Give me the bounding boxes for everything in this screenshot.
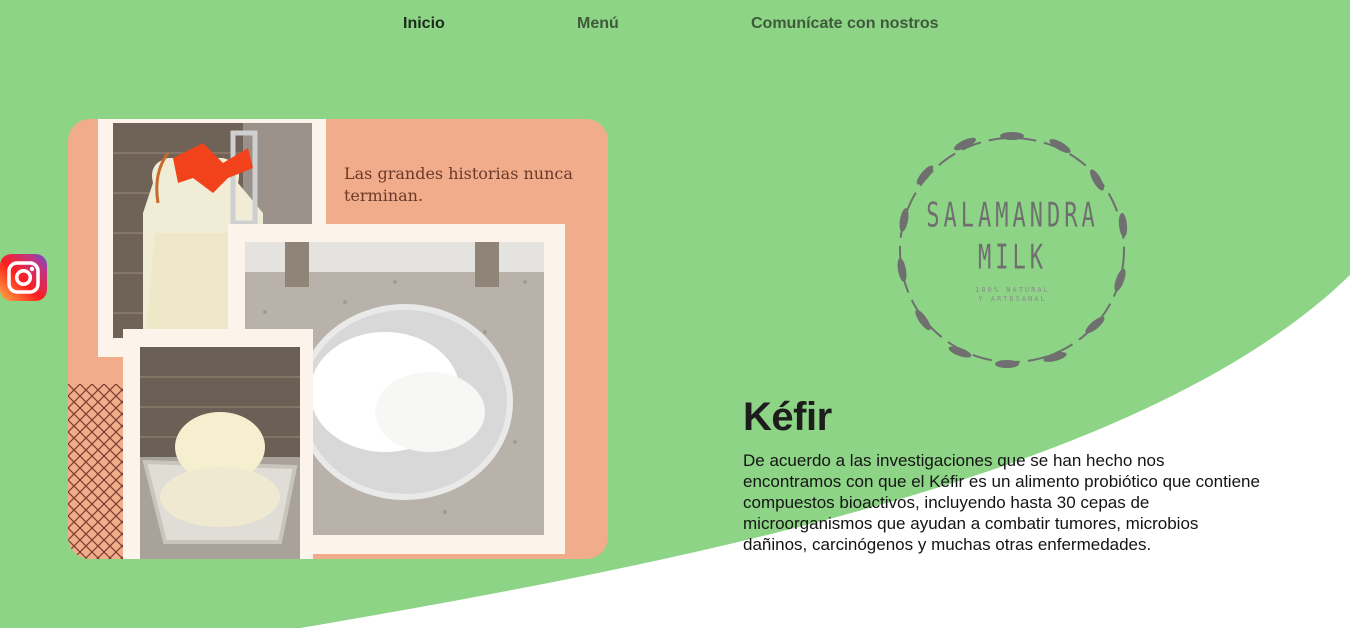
collage-caption: Las grandes historias nunca terminan. (344, 164, 573, 205)
kefir-article: Kéfir De acuerdo a las investigaciones q… (743, 395, 1263, 555)
logo-wordmark-line2: MILK (978, 239, 1047, 278)
main-nav: Inicio Menú Comunícate con nostros (0, 0, 1350, 50)
nav-item-contact[interactable]: Comunícate con nostros (751, 15, 939, 33)
kefir-collage: Las grandes historias nunca terminan. (68, 119, 608, 559)
instagram-button[interactable] (0, 254, 47, 301)
nav-item-menu[interactable]: Menú (577, 15, 619, 33)
article-title: Kéfir (743, 395, 832, 439)
logo-wordmark-line1: SALAMANDRA (926, 197, 1099, 236)
nav-item-inicio[interactable]: Inicio (403, 15, 445, 33)
salamandra-milk-logo: SALAMANDRA MILK 100% NATURAL Y ARTESANAL (885, 120, 1140, 380)
instagram-icon (0, 254, 47, 301)
logo-tagline: 100% NATURAL Y ARTESANAL (975, 286, 1050, 303)
lattice-pattern (68, 384, 128, 559)
article-body: De acuerdo a las investigaciones que se … (743, 451, 1260, 554)
kefir-grains-photo (140, 347, 300, 559)
